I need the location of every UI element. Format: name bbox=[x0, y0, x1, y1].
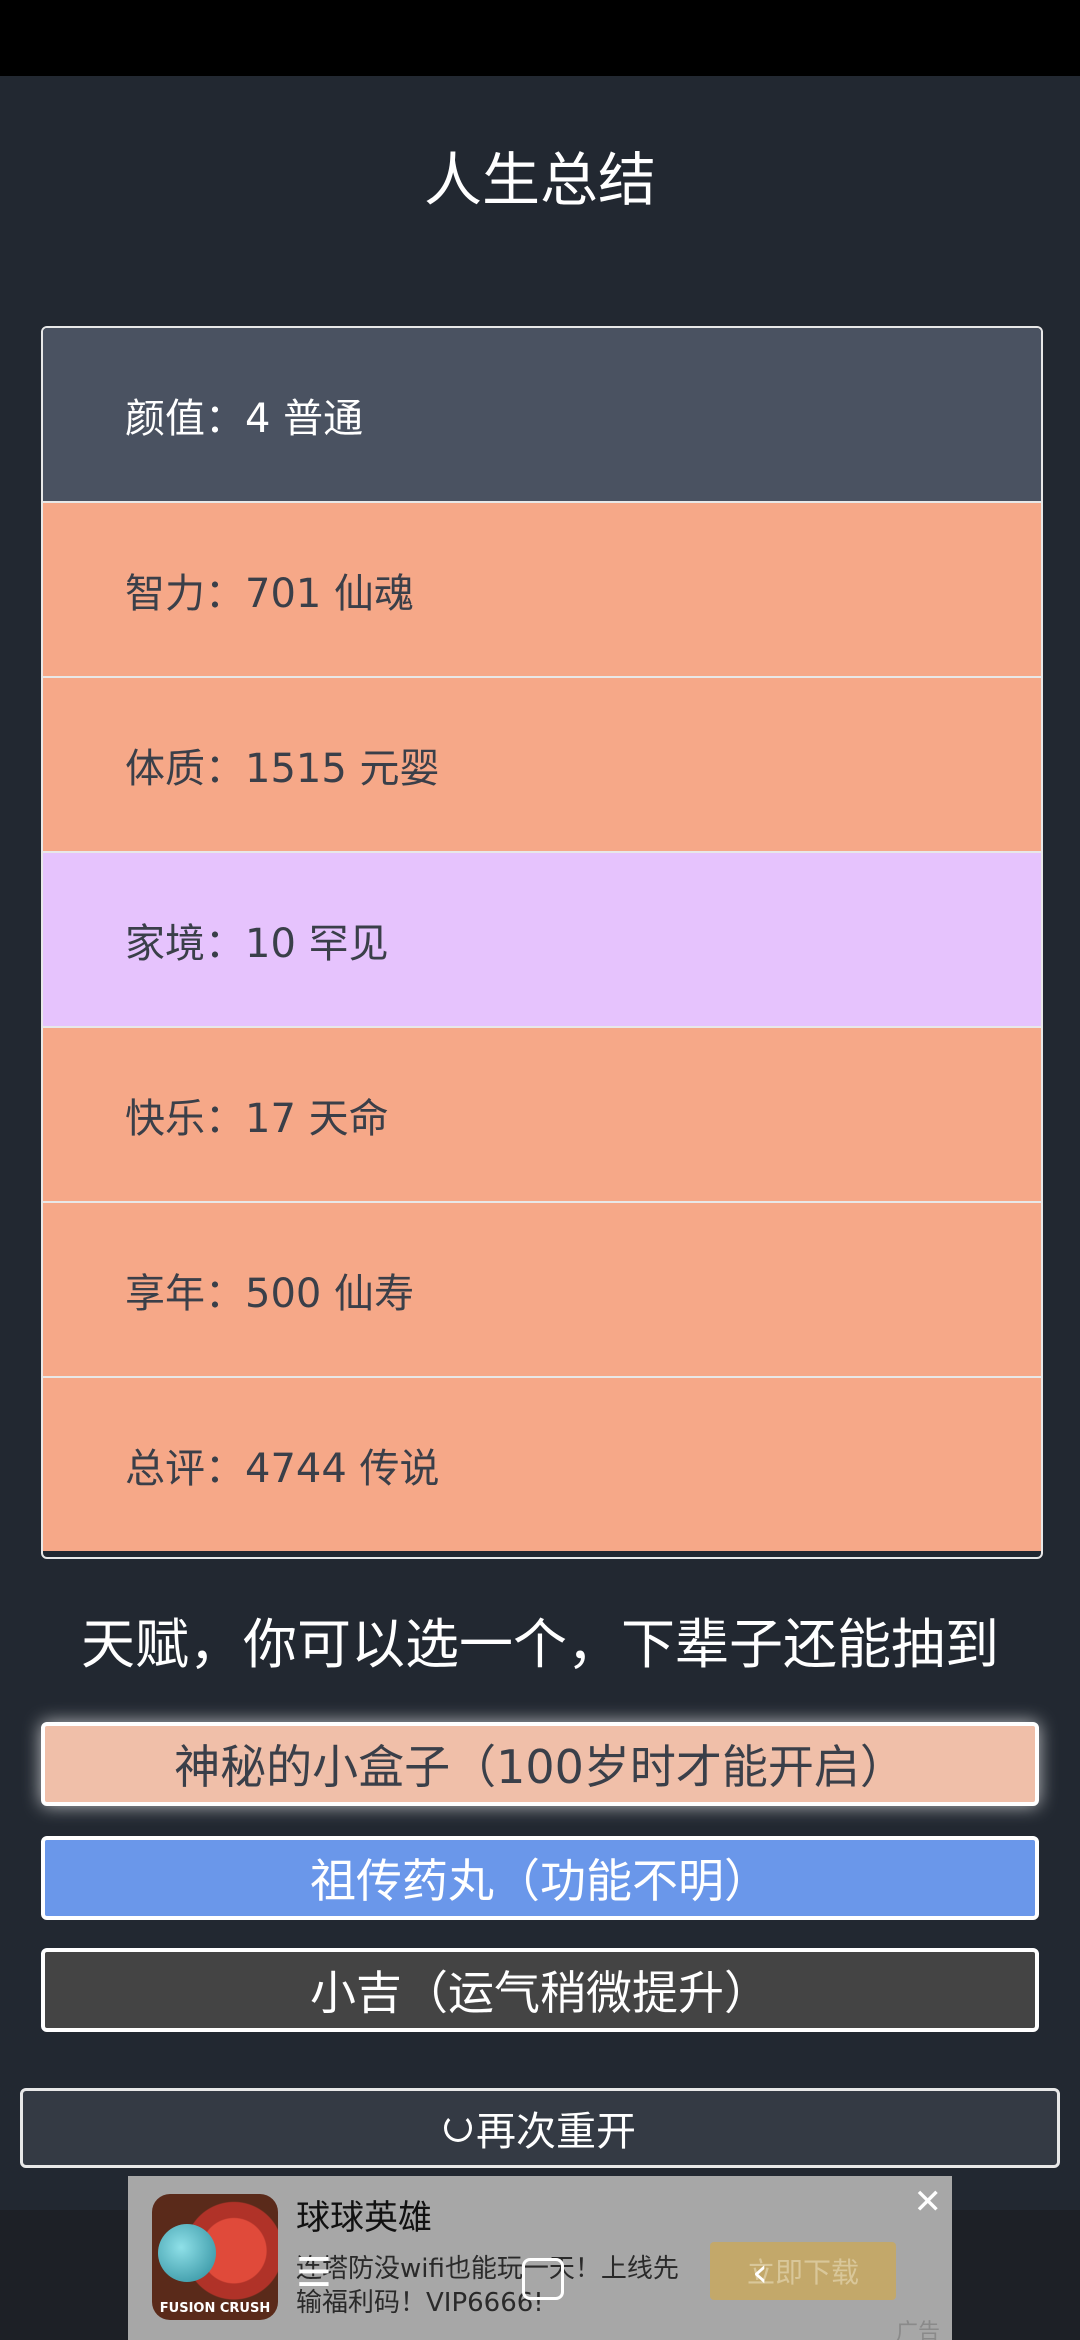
stat-row-appearance: 颜值：4 普通 bbox=[43, 328, 1041, 503]
ad-description: 连塔防没wifi也能玩一天！上线先输福利码！VIP6666! bbox=[296, 2254, 679, 2318]
ad-app-brand: FUSION CRUSH bbox=[159, 2301, 271, 2316]
ball-graphic bbox=[158, 2224, 216, 2282]
close-icon[interactable]: ✕ bbox=[914, 2182, 943, 2222]
stats-card: 颜值：4 普通 智力：701 仙魂 体质：1515 元婴 家境：10 罕见 快乐… bbox=[41, 326, 1043, 1559]
ad-title: 球球英雄 bbox=[296, 2198, 432, 2238]
talent-option-ancestral-pill[interactable]: 祖传药丸（功能不明） bbox=[41, 1836, 1039, 1920]
ad-label: 广告 bbox=[895, 2320, 940, 2340]
menu-icon[interactable]: ☰ bbox=[296, 2250, 332, 2296]
restart-label: 再次重开 bbox=[476, 2109, 636, 2155]
talent-option-small-luck[interactable]: 小吉（运气稍微提升） bbox=[41, 1948, 1039, 2032]
ad-app-icon[interactable]: FUSION CRUSH bbox=[152, 2194, 278, 2320]
stat-row-family: 家境：10 罕见 bbox=[43, 853, 1041, 1028]
stat-row-lifespan: 享年：500 仙寿 bbox=[43, 1203, 1041, 1378]
stat-row-happiness: 快乐：17 天命 bbox=[43, 1028, 1041, 1203]
home-icon[interactable] bbox=[522, 2258, 564, 2300]
stat-row-intelligence: 智力：701 仙魂 bbox=[43, 503, 1041, 678]
back-icon[interactable]: ‹ bbox=[752, 2250, 768, 2296]
talent-option-mystery-box[interactable]: 神秘的小盒子（100岁时才能开启） bbox=[41, 1722, 1039, 1806]
refresh-icon bbox=[444, 2114, 472, 2142]
restart-button[interactable]: 再次重开 bbox=[20, 2088, 1060, 2168]
stat-row-overall: 总评：4744 传说 bbox=[43, 1378, 1041, 1551]
ad-download-button[interactable]: 立即下载 bbox=[710, 2242, 896, 2300]
page-title: 人生总结 bbox=[423, 146, 656, 214]
status-bar bbox=[0, 0, 1080, 76]
talent-heading: 天赋，你可以选一个，下辈子还能抽到 bbox=[81, 1613, 999, 1676]
stat-row-constitution: 体质：1515 元婴 bbox=[43, 678, 1041, 853]
